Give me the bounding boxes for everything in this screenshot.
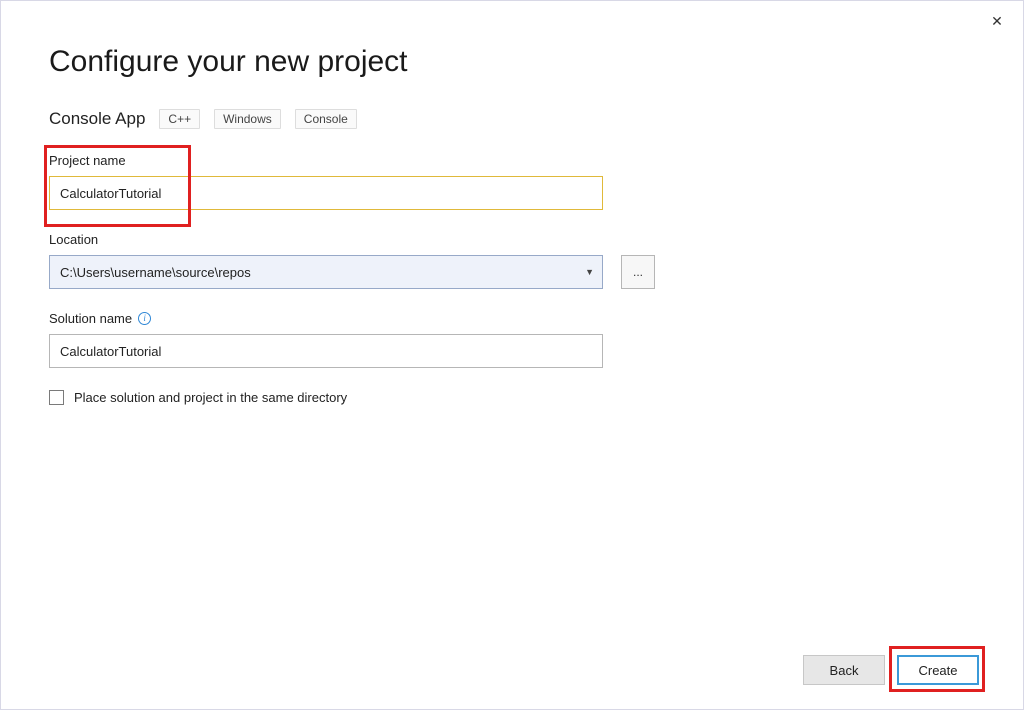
chevron-down-icon: ▼ — [585, 267, 594, 277]
project-name-label: Project name — [49, 153, 975, 168]
page-title: Configure your new project — [49, 45, 975, 79]
solution-name-label: Solution name — [49, 311, 132, 326]
project-name-input[interactable] — [49, 176, 603, 210]
back-button[interactable]: Back — [803, 655, 885, 685]
template-tag: C++ — [159, 109, 200, 129]
template-summary: Console App C++ Windows Console — [49, 109, 975, 129]
same-directory-label: Place solution and project in the same d… — [74, 390, 347, 405]
close-icon[interactable]: ✕ — [987, 11, 1007, 31]
location-combo[interactable]: C:\Users\username\source\repos ▼ — [49, 255, 603, 289]
template-tag: Console — [295, 109, 357, 129]
browse-button[interactable]: ... — [621, 255, 655, 289]
solution-name-input[interactable] — [49, 334, 603, 368]
location-label: Location — [49, 232, 975, 247]
create-button[interactable]: Create — [897, 655, 979, 685]
info-icon[interactable]: i — [138, 312, 151, 325]
template-tag: Windows — [214, 109, 281, 129]
same-directory-checkbox[interactable] — [49, 390, 64, 405]
template-name: Console App — [49, 109, 145, 129]
location-value: C:\Users\username\source\repos — [60, 265, 251, 280]
